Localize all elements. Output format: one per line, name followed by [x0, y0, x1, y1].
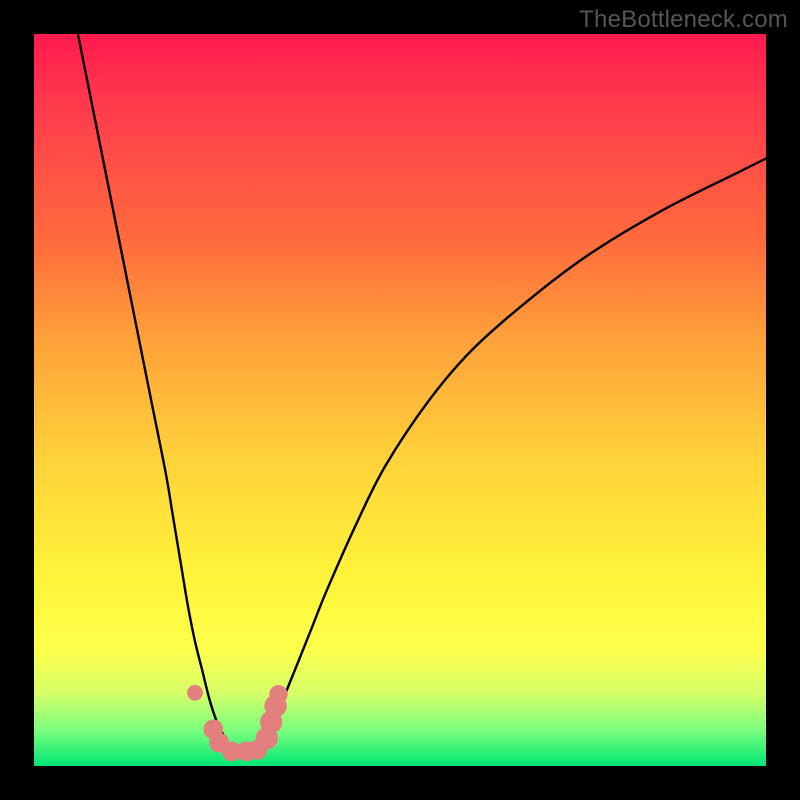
curve-layer — [34, 34, 766, 766]
data-dots — [187, 685, 288, 761]
plot-area — [34, 34, 766, 766]
curve-left-branch — [78, 34, 232, 751]
data-dot — [187, 685, 203, 701]
outer-frame: TheBottleneck.com — [0, 0, 800, 800]
watermark-text: TheBottleneck.com — [579, 6, 788, 34]
curve-right-branch — [261, 158, 766, 751]
data-dot — [269, 685, 287, 703]
